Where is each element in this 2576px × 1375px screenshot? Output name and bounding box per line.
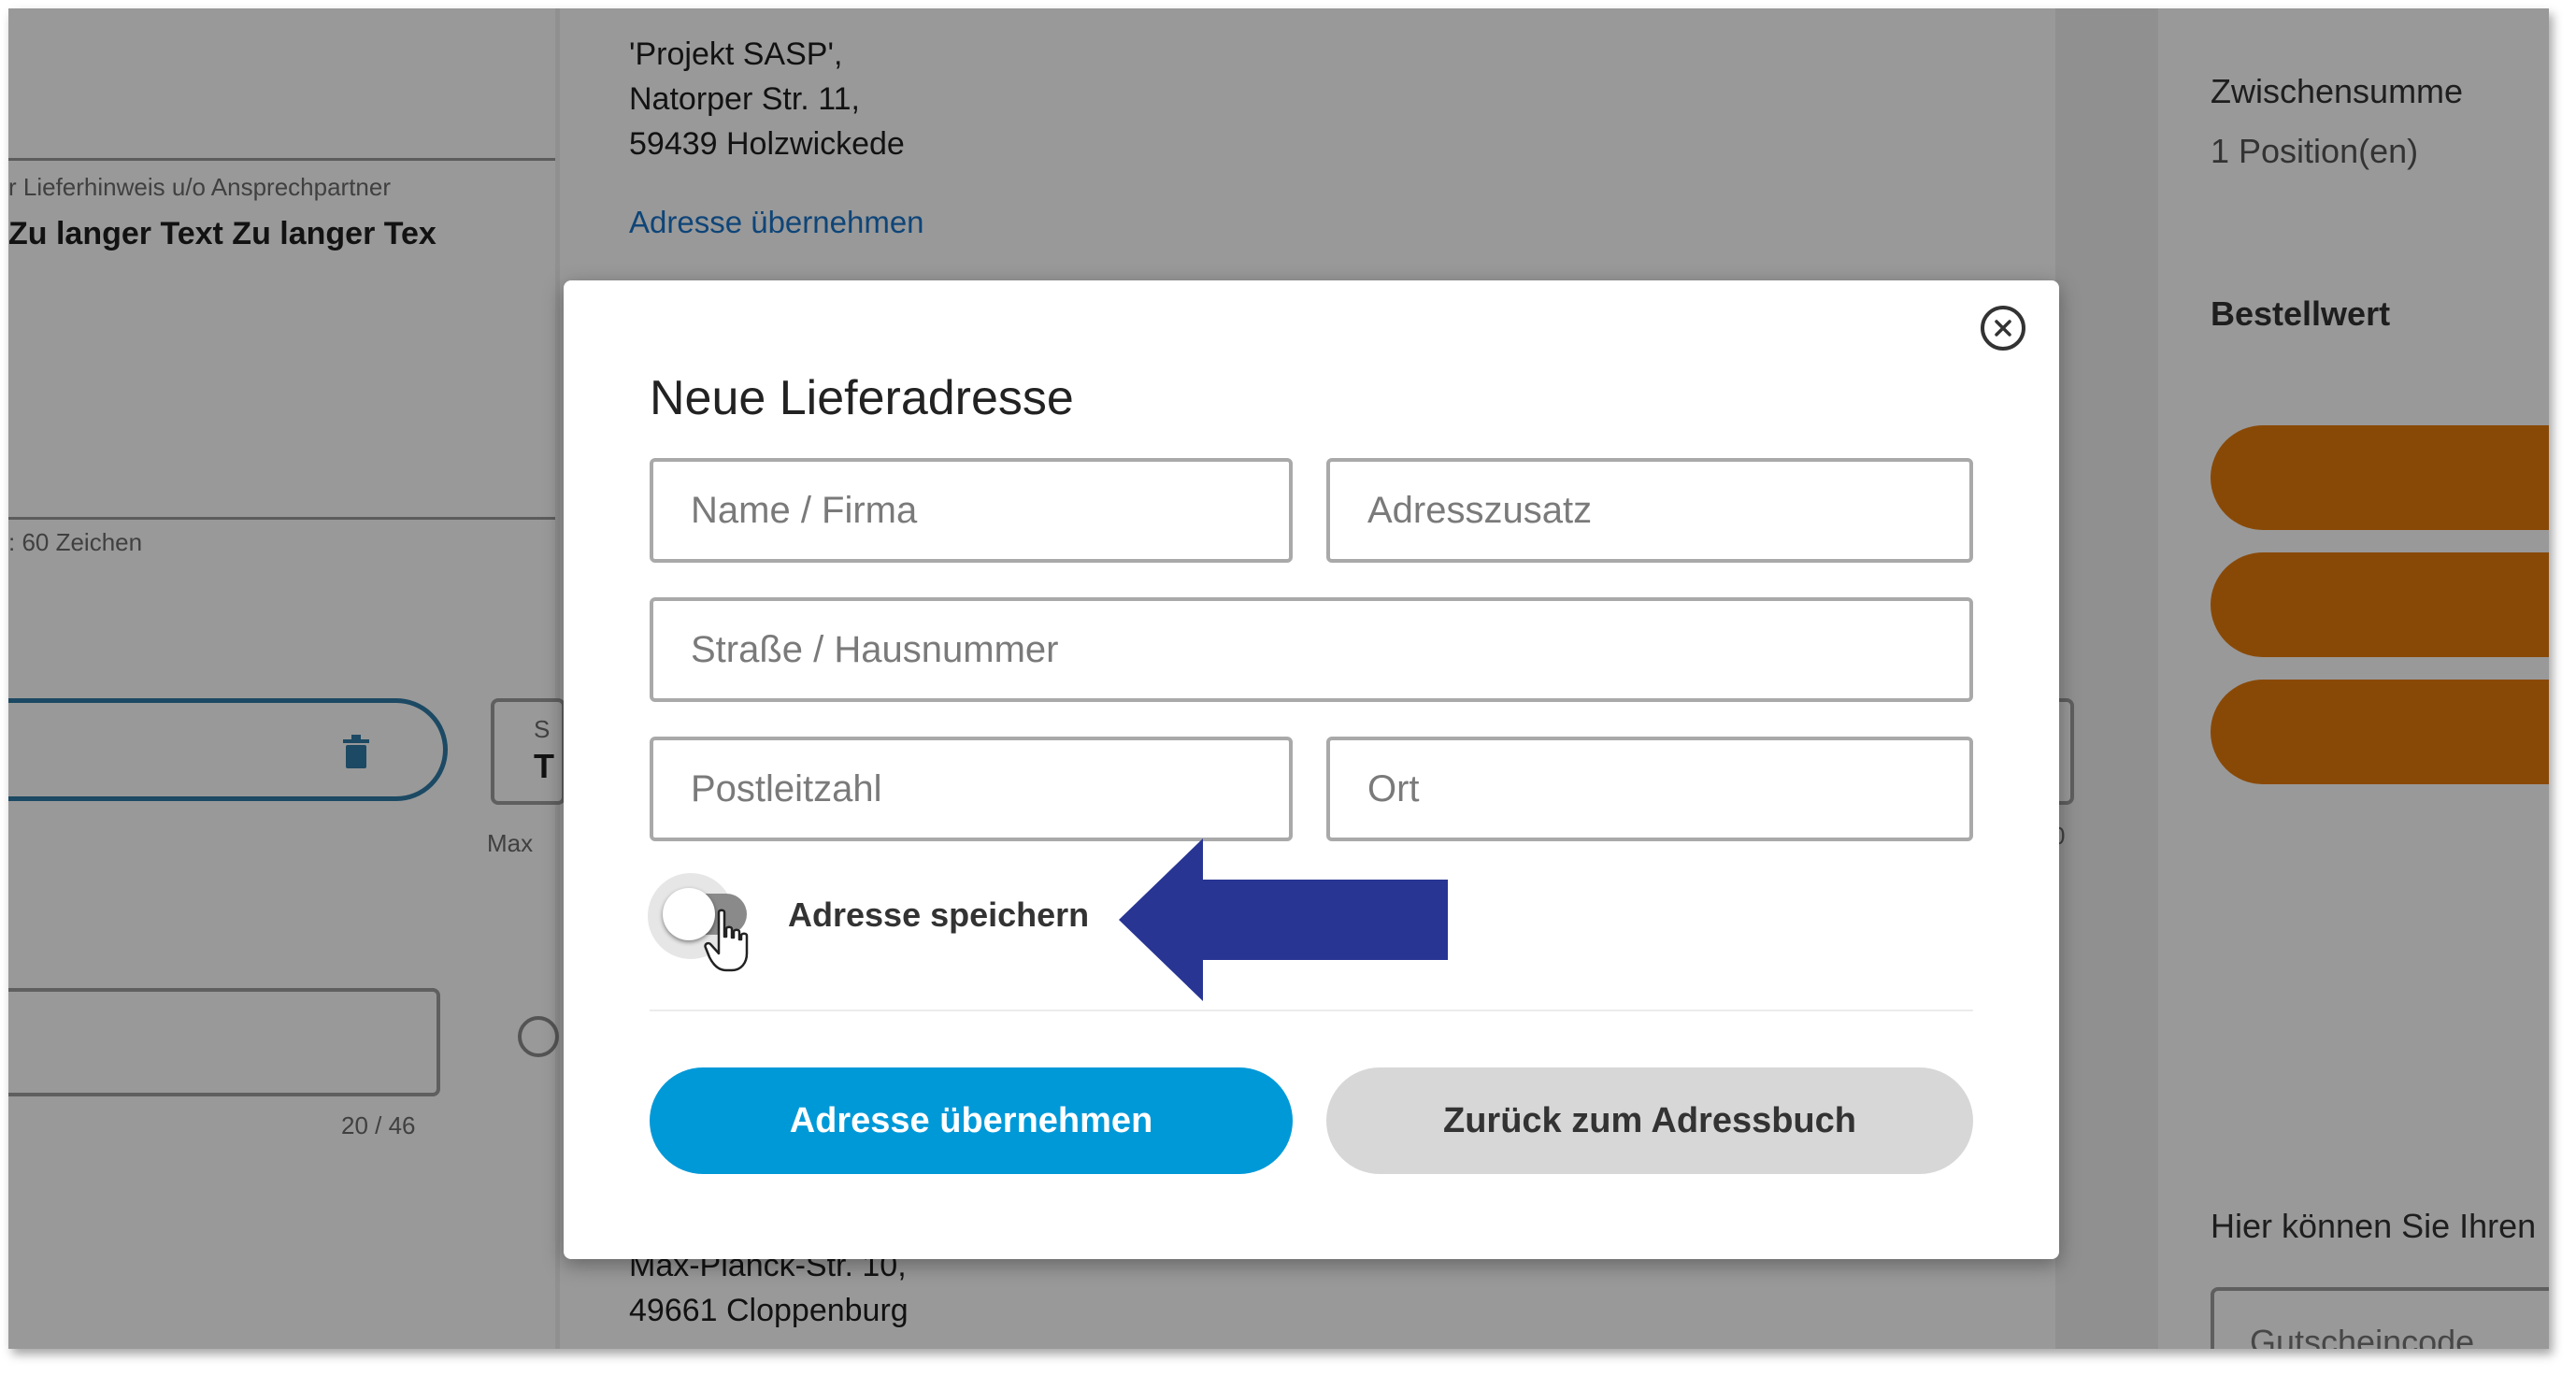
apply-address-button[interactable]: Adresse übernehmen [650,1067,1293,1174]
zip-input[interactable] [650,737,1293,841]
arrow-left-icon [1119,838,1448,1001]
close-icon [1995,320,2011,337]
hand-cursor-icon [704,909,749,972]
address-addition-input[interactable] [1326,458,1973,563]
back-to-addressbook-button[interactable]: Zurück zum Adressbuch [1326,1067,1973,1174]
app-window: r Lieferhinweis u/o Ansprechpartner Zu l… [8,8,2549,1349]
dialog-divider [650,1010,1973,1011]
name-company-input[interactable] [650,458,1293,563]
new-delivery-address-dialog: Neue Lieferadresse Adresse speichern Adr… [564,280,2059,1259]
dialog-title: Neue Lieferadresse [650,371,1074,425]
city-input[interactable] [1326,737,1973,841]
save-address-label: Adresse speichern [788,895,1090,934]
close-button[interactable] [1981,306,2025,351]
street-input[interactable] [650,597,1973,702]
